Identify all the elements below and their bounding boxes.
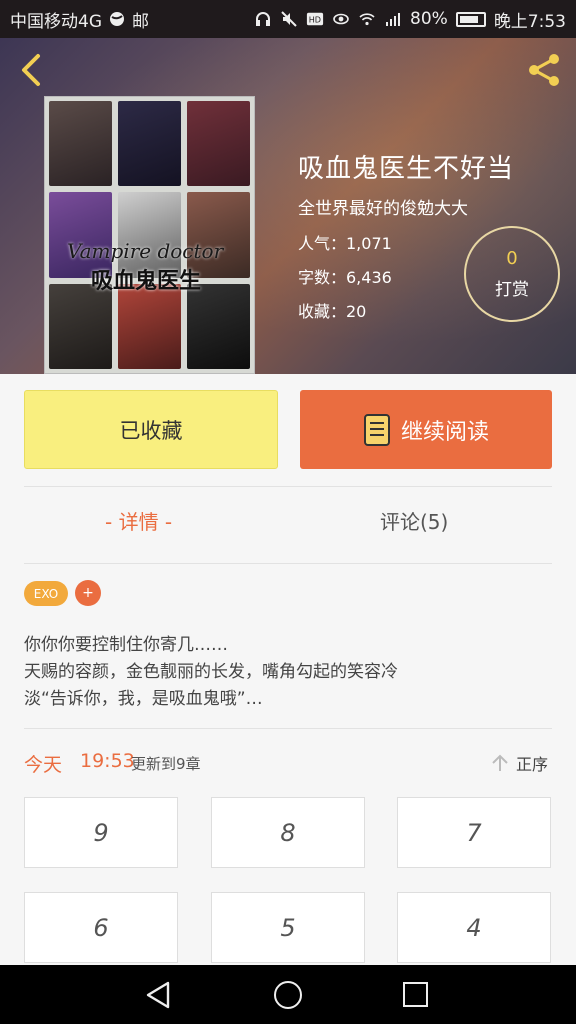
globe-icon: [110, 12, 124, 26]
add-tag-button[interactable]: +: [75, 580, 101, 606]
continue-reading-label: 继续阅读: [400, 419, 489, 445]
popularity-stat: 人气：1,071: [298, 234, 392, 253]
wifi-icon: [359, 13, 375, 26]
book-title: 吸血鬼医生不好当: [298, 154, 515, 184]
arrow-up-icon: [492, 754, 508, 771]
chapter-button[interactable]: 9: [24, 797, 178, 868]
description-line: 天赐的容颜，金色靓丽的长发，嘴角勾起的笑容冷: [24, 662, 398, 682]
mute-icon: [281, 11, 297, 27]
chapter-button[interactable]: 5: [211, 892, 365, 963]
nav-back-icon[interactable]: [144, 980, 174, 1010]
carrier-label: 中国移动4G: [10, 11, 102, 32]
word-count-stat: 字数：6,436: [298, 268, 392, 287]
signal-icon: [386, 13, 401, 26]
favorites-stat: 收藏：20: [298, 302, 367, 321]
cover-subtitle: 吸血鬼医生: [91, 269, 202, 294]
reward-label: 打赏: [495, 280, 529, 300]
divider: [24, 486, 552, 487]
tab-comments[interactable]: 评论(5): [380, 506, 448, 535]
reward-count: 0: [506, 248, 518, 269]
status-bar: 中国移动4G 邮 HD 80% 晚上7:53: [0, 0, 576, 38]
collected-label: 已收藏: [119, 418, 183, 443]
sort-order-label: 正序: [516, 755, 549, 774]
nav-home-icon[interactable]: [274, 981, 302, 1009]
share-icon[interactable]: [524, 50, 564, 90]
cover-title: Vampire doctor: [67, 239, 224, 263]
update-time: 19:53: [80, 750, 135, 772]
continue-reading-button[interactable]: 继续阅读: [300, 390, 552, 469]
divider: [24, 563, 552, 564]
tab-details[interactable]: - 详情 -: [105, 506, 172, 535]
battery-percent: 80%: [410, 9, 448, 29]
battery-icon: [455, 11, 486, 27]
book-cover: Vampire doctor 吸血鬼医生: [44, 96, 255, 374]
divider: [24, 728, 552, 729]
update-text: 更新到9章: [131, 755, 201, 773]
book-header: Vampire doctor 吸血鬼医生 吸血鬼医生不好当 全世界最好的俊勉大大…: [0, 38, 576, 374]
system-nav-bar: [0, 965, 576, 1024]
clock: 晚上7:53: [493, 11, 566, 32]
back-arrow-icon[interactable]: [14, 50, 50, 90]
eye-icon: [333, 13, 349, 25]
hd-icon: HD: [306, 12, 324, 26]
reward-button[interactable]: 0 打赏: [464, 226, 560, 322]
chapter-button[interactable]: 6: [24, 892, 178, 963]
book-description: 你你你要控制住你寄几…… 天赐的容颜，金色靓丽的长发，嘴角勾起的笑容冷 淡“告诉…: [24, 632, 554, 713]
chapter-button[interactable]: 7: [397, 797, 551, 868]
svg-text:HD: HD: [309, 15, 321, 25]
nav-recent-apps-icon[interactable]: [403, 982, 428, 1007]
tag-exo[interactable]: EXO: [24, 581, 68, 606]
chapter-button[interactable]: 4: [397, 892, 551, 963]
book-author[interactable]: 全世界最好的俊勉大大: [298, 194, 468, 219]
headphones-icon: [256, 12, 271, 26]
mail-label: 邮: [132, 11, 149, 32]
collected-button[interactable]: 已收藏: [24, 390, 278, 469]
sort-order-button[interactable]: 正序: [490, 751, 548, 775]
description-line: 你你你要控制住你寄几……: [24, 635, 228, 655]
update-day: 今天: [24, 754, 63, 776]
description-line: 淡“告诉你，我，是吸血鬼哦”…: [24, 689, 263, 709]
book-icon: [363, 413, 390, 446]
chapter-button[interactable]: 8: [211, 797, 365, 868]
